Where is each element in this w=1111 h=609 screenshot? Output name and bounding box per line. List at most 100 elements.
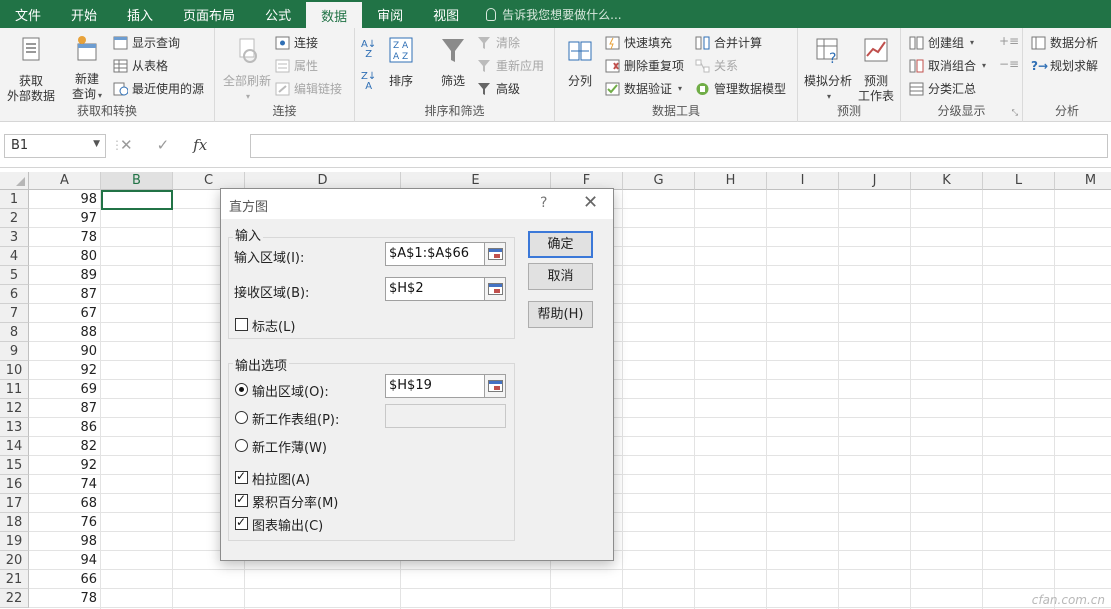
show-queries-button[interactable]: 显示查询 xyxy=(113,34,180,51)
flash-fill-button[interactable]: 快速填充 xyxy=(605,34,672,51)
refresh-all-button[interactable]: 全部刷新 ▾ xyxy=(219,36,275,104)
cell-a14[interactable]: 82 xyxy=(29,437,101,456)
column-header-k[interactable]: K xyxy=(911,172,983,190)
row-header-10[interactable]: 10 xyxy=(0,361,29,380)
labels-checkbox[interactable] xyxy=(235,318,248,331)
connections-button[interactable]: 连接 xyxy=(275,34,318,51)
row-header-14[interactable]: 14 xyxy=(0,437,29,456)
cell-a10[interactable]: 92 xyxy=(29,361,101,380)
row-header-17[interactable]: 17 xyxy=(0,494,29,513)
from-table-button[interactable]: 从表格 xyxy=(113,57,168,74)
column-header-a[interactable]: A xyxy=(29,172,101,190)
cell-a19[interactable]: 98 xyxy=(29,532,101,551)
relationships-button[interactable]: 关系 xyxy=(695,57,738,74)
filter-button[interactable]: 筛选 xyxy=(433,36,473,89)
ungroup-button[interactable]: 取消组合 ▾ xyxy=(909,57,986,74)
sort-desc-button[interactable]: Z↓ A xyxy=(361,72,376,92)
sort-asc-button[interactable]: A↓ Z xyxy=(361,40,376,60)
row-header-2[interactable]: 2 xyxy=(0,209,29,228)
tab-formulas[interactable]: 公式 xyxy=(250,0,306,28)
cell-a13[interactable]: 86 xyxy=(29,418,101,437)
sort-button[interactable]: Z AA Z 排序 xyxy=(383,36,419,89)
hide-detail-button[interactable]: −≡ xyxy=(999,57,1019,71)
row-header-3[interactable]: 3 xyxy=(0,228,29,247)
row-header-22[interactable]: 22 xyxy=(0,589,29,608)
cell-a21[interactable]: 66 xyxy=(29,570,101,589)
output-range-collapse-button[interactable] xyxy=(484,374,506,398)
properties-button[interactable]: 属性 xyxy=(275,57,318,74)
tab-view[interactable]: 视图 xyxy=(418,0,474,28)
row-header-12[interactable]: 12 xyxy=(0,399,29,418)
close-icon[interactable]: ✕ xyxy=(583,192,598,213)
solver-button[interactable]: ?→ 规划求解 xyxy=(1031,57,1098,74)
bin-range-collapse-button[interactable] xyxy=(484,277,506,301)
row-header-21[interactable]: 21 xyxy=(0,570,29,589)
row-header-13[interactable]: 13 xyxy=(0,418,29,437)
dialog-launcher-icon[interactable]: ⤡ xyxy=(1012,108,1018,118)
cell-a20[interactable]: 94 xyxy=(29,551,101,570)
ok-button[interactable]: 确定 xyxy=(528,231,593,258)
cell-a17[interactable]: 68 xyxy=(29,494,101,513)
chevron-down-icon[interactable]: ▼ xyxy=(93,139,100,149)
row-header-19[interactable]: 19 xyxy=(0,532,29,551)
data-analysis-button[interactable]: 数据分析 xyxy=(1031,34,1098,51)
cell-a12[interactable]: 87 xyxy=(29,399,101,418)
row-header-1[interactable]: 1 xyxy=(0,190,29,209)
row-header-18[interactable]: 18 xyxy=(0,513,29,532)
recent-sources-button[interactable]: 最近使用的源 xyxy=(113,80,204,97)
get-external-data-button[interactable]: 获取 外部数据 xyxy=(4,36,58,104)
tab-home[interactable]: 开始 xyxy=(56,0,112,28)
text-to-columns-button[interactable]: 分列 xyxy=(561,36,599,89)
help-button[interactable]: 帮助(H) xyxy=(528,301,593,328)
column-header-h[interactable]: H xyxy=(695,172,767,190)
tab-review[interactable]: 审阅 xyxy=(362,0,418,28)
column-header-m[interactable]: M xyxy=(1055,172,1111,190)
cell-a9[interactable]: 90 xyxy=(29,342,101,361)
new-worksheet-field[interactable] xyxy=(385,404,506,428)
row-header-5[interactable]: 5 xyxy=(0,266,29,285)
show-detail-button[interactable]: +≡ xyxy=(999,34,1019,48)
remove-duplicates-button[interactable]: 删除重复项 xyxy=(605,57,684,74)
clear-filter-button[interactable]: 清除 xyxy=(477,34,520,51)
cell-a4[interactable]: 80 xyxy=(29,247,101,266)
output-range-radio[interactable] xyxy=(235,383,248,396)
select-all-corner[interactable] xyxy=(0,172,29,190)
chart-output-checkbox[interactable] xyxy=(235,515,248,530)
what-if-analysis-button[interactable]: ? 模拟分析 ▾ xyxy=(802,36,854,104)
tab-data[interactable]: 数据 xyxy=(306,2,363,28)
row-header-20[interactable]: 20 xyxy=(0,551,29,570)
new-workbook-radio[interactable] xyxy=(235,439,248,452)
row-header-11[interactable]: 11 xyxy=(0,380,29,399)
new-worksheet-radio[interactable] xyxy=(235,411,248,424)
cell-a3[interactable]: 78 xyxy=(29,228,101,247)
enter-formula-icon[interactable]: ✓ xyxy=(157,136,170,154)
column-header-l[interactable]: L xyxy=(983,172,1055,190)
cancel-button[interactable]: 取消 xyxy=(528,263,593,290)
manage-data-model-button[interactable]: 管理数据模型 xyxy=(695,80,786,97)
group-rows-button[interactable]: 创建组 ▾ xyxy=(909,34,974,51)
edit-links-button[interactable]: 编辑链接 xyxy=(275,80,342,97)
reapply-button[interactable]: 重新应用 xyxy=(477,57,544,74)
row-header-6[interactable]: 6 xyxy=(0,285,29,304)
cell-a11[interactable]: 69 xyxy=(29,380,101,399)
column-header-i[interactable]: I xyxy=(767,172,839,190)
advanced-filter-button[interactable]: 高级 xyxy=(477,80,520,97)
forecast-sheet-button[interactable]: 预测 工作表 xyxy=(856,36,896,104)
tab-page-layout[interactable]: 页面布局 xyxy=(168,0,250,28)
help-icon[interactable]: ? xyxy=(540,195,547,211)
cell-a7[interactable]: 67 xyxy=(29,304,101,323)
cell-a6[interactable]: 87 xyxy=(29,285,101,304)
column-header-b[interactable]: B xyxy=(101,172,173,190)
subtotal-button[interactable]: 分类汇总 xyxy=(909,80,976,97)
row-header-9[interactable]: 9 xyxy=(0,342,29,361)
cell-a16[interactable]: 74 xyxy=(29,475,101,494)
row-header-7[interactable]: 7 xyxy=(0,304,29,323)
cancel-formula-icon[interactable]: ✕ xyxy=(120,136,133,154)
cell-a22[interactable]: 78 xyxy=(29,589,101,608)
tell-me-box[interactable]: 告诉我您想要做什么... xyxy=(474,0,622,28)
cell-a1[interactable]: 98 xyxy=(29,190,101,209)
cell-a18[interactable]: 76 xyxy=(29,513,101,532)
pareto-checkbox[interactable] xyxy=(235,469,248,484)
row-header-15[interactable]: 15 xyxy=(0,456,29,475)
cell-a5[interactable]: 89 xyxy=(29,266,101,285)
